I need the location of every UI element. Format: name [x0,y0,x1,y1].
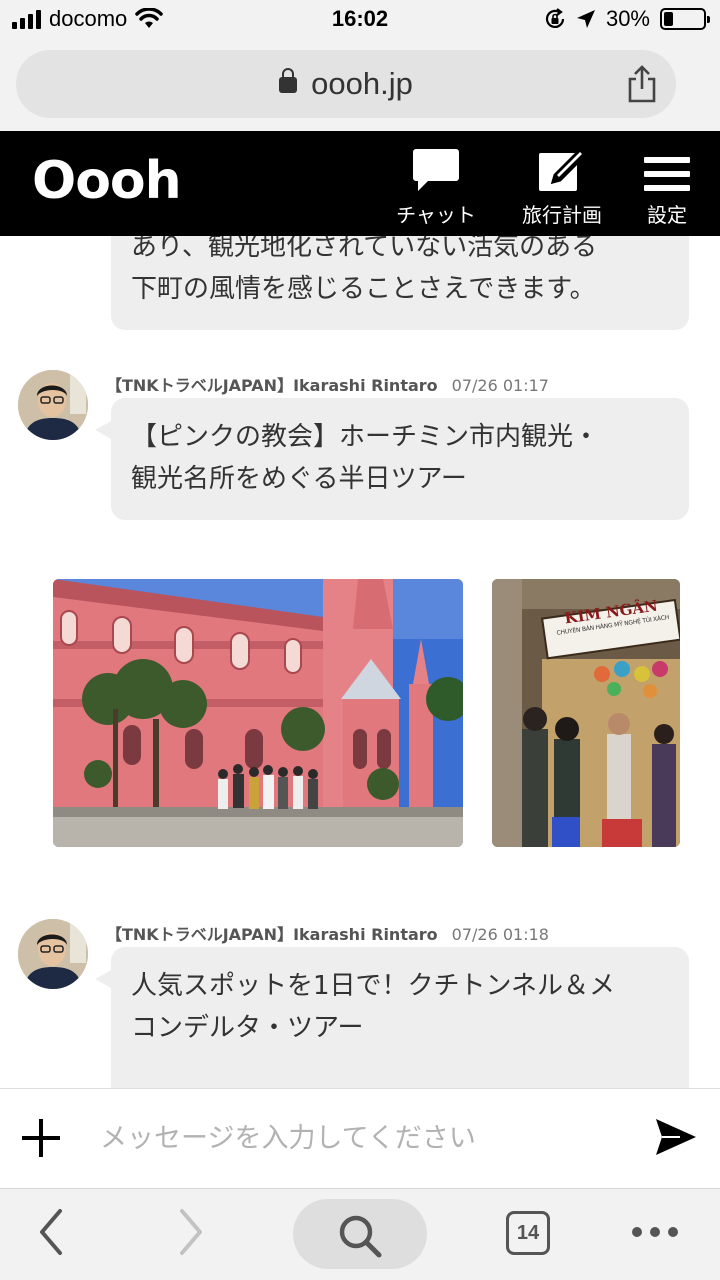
nav-settings[interactable]: 設定 [632,143,702,228]
share-icon[interactable] [622,64,662,104]
sender-name: 【TNKトラベルJAPAN】Ikarashi Rintaro [106,925,438,944]
menu-icon [644,157,690,191]
status-bar: docomo 16:02 30% [0,0,720,40]
message-bubble: あり、観光地化されていない活気のある 下町の風情を感じることさえできます。 [111,236,689,330]
pink-church-image [53,579,463,847]
browser-toolbar: 14 [0,1188,720,1280]
message-meta: 【TNKトラベルJAPAN】Ikarashi Rintaro 07/26 01:1… [106,921,549,945]
add-attachment-icon[interactable] [22,1119,60,1157]
address-text-wrap: oooh.jp [16,66,676,102]
message-line: コンデルタ・ツアー [131,1013,364,1043]
user-photo-icon [18,370,88,440]
nav-travel-plan[interactable]: 旅行計画 [512,143,612,228]
tabs-button[interactable]: 14 [506,1211,550,1255]
orientation-lock-icon [545,8,565,28]
forward-icon[interactable] [176,1207,206,1257]
location-icon [576,10,595,28]
bubble-tail [95,969,113,989]
send-icon[interactable] [654,1117,698,1157]
message-bubble: 人気スポットを1日で！クチトンネル＆メ コンデルタ・ツアー [95,947,689,1088]
user-photo-icon [18,919,88,989]
message-time: 07/26 01:18 [451,925,549,944]
message-line: 【ピンクの教会】ホーチミン市内観光・ [131,422,600,452]
message-line: あり、観光地化されていない活気のある [131,236,598,262]
edit-note-icon [539,148,587,191]
sender-name: 【TNKトラベルJAPAN】Ikarashi Rintaro [106,376,438,395]
chat-bubble-icon [413,149,459,191]
church-photo[interactable] [53,579,463,847]
message-time: 07/26 01:17 [451,376,549,395]
back-icon[interactable] [36,1207,66,1257]
search-icon [339,1215,382,1258]
chat-thread[interactable]: あり、観光地化されていない活気のある 下町の風情を感じることさえできます。 【T… [0,236,720,1088]
message-line: 観光名所をめぐる半日ツアー [131,464,467,494]
lock-icon [279,68,298,93]
app-header: Oooh チャット 旅行計画 設定 [0,131,720,236]
battery-percent: 30% [605,6,650,31]
battery-icon [660,8,710,30]
search-button[interactable] [293,1199,427,1269]
address-bar[interactable]: oooh.jp [16,50,676,118]
status-right: 30% [544,6,710,32]
avatar[interactable] [18,919,88,989]
more-icon[interactable] [632,1227,678,1237]
nav-settings-label: 設定 [647,203,687,227]
message-input[interactable] [100,1113,630,1163]
message-bubble: 【ピンクの教会】ホーチミン市内観光・ 観光名所をめぐる半日ツアー [95,398,689,520]
app-logo[interactable]: Oooh [32,151,182,211]
nav-travel-plan-label: 旅行計画 [522,203,602,227]
nav-chat-label: チャット [396,203,476,227]
url-text: oooh.jp [311,66,413,101]
message-composer [0,1088,720,1188]
shop-photo[interactable]: KIM NGÂN CHUYÊN BÁN HÀNG MỸ NGHỆ TÚI XÁC… [492,579,680,847]
browser-address-area: oooh.jp [0,40,720,131]
message-line: 人気スポットを1日で！クチトンネル＆メ [131,971,616,1001]
avatar[interactable] [18,370,88,440]
message-meta: 【TNKトラベルJAPAN】Ikarashi Rintaro 07/26 01:1… [106,372,549,396]
nav-chat[interactable]: チャット [388,143,484,228]
bubble-tail [95,420,113,440]
message-line: 下町の風情を感じることさえできます。 [131,274,596,304]
